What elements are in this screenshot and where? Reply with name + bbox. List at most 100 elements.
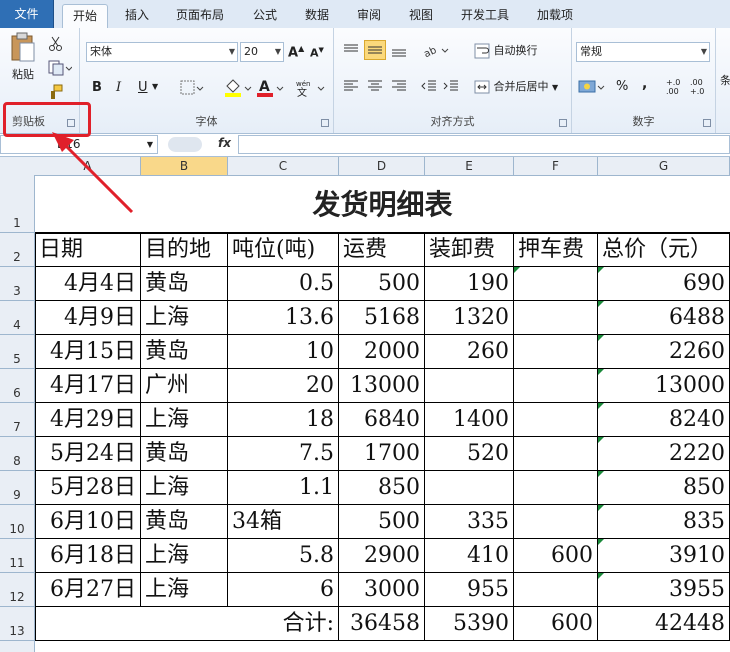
table-cell-handling[interactable]: 260 [425, 335, 514, 369]
sheet-title[interactable]: 发货明细表 [35, 175, 730, 233]
row-header-7[interactable]: 7 [0, 403, 35, 437]
fill-color-button[interactable] [224, 78, 252, 101]
table-cell-total[interactable]: 8240 [598, 403, 730, 437]
table-cell-destination[interactable]: 广州 [141, 369, 228, 403]
total-freight-cell[interactable]: 36458 [339, 607, 425, 641]
table-cell-total[interactable]: 690 [598, 267, 730, 301]
table-cell-escort[interactable] [514, 301, 598, 335]
underline-button[interactable]: U [138, 80, 148, 95]
table-cell-date[interactable]: 5月24日 [35, 437, 141, 471]
table-cell-date[interactable]: 4月4日 [35, 267, 141, 301]
align-left-button[interactable] [342, 78, 360, 97]
column-header-e[interactable]: E [425, 157, 514, 175]
table-cell-total[interactable]: 3955 [598, 573, 730, 607]
copy-button[interactable] [48, 60, 76, 78]
column-header-g[interactable]: G [598, 157, 730, 175]
table-cell-handling[interactable]: 190 [425, 267, 514, 301]
decrease-indent-button[interactable] [420, 78, 438, 97]
table-cell-date[interactable]: 4月17日 [35, 369, 141, 403]
table-cell-tonnage[interactable]: 5.8 [228, 539, 339, 573]
tab-insert[interactable]: 插入 [116, 4, 158, 28]
column-header-d[interactable]: D [339, 157, 425, 175]
table-cell-total[interactable]: 850 [598, 471, 730, 505]
table-cell-freight[interactable]: 2000 [339, 335, 425, 369]
table-cell-handling[interactable]: 410 [425, 539, 514, 573]
column-header-a[interactable]: A [35, 157, 141, 175]
total-label-cell[interactable]: 合计: [35, 607, 339, 641]
tab-review[interactable]: 审阅 [348, 4, 390, 28]
increase-indent-button[interactable] [442, 78, 460, 97]
font-color-button[interactable]: A [256, 78, 284, 101]
table-cell-freight[interactable]: 5168 [339, 301, 425, 335]
underline-dropdown[interactable]: ▼ [152, 82, 158, 91]
table-cell-total[interactable]: 2220 [598, 437, 730, 471]
name-box[interactable]: B16 ▼ [0, 135, 158, 154]
wrap-text-button[interactable]: 自动换行 [474, 42, 538, 59]
table-cell-handling[interactable] [425, 471, 514, 505]
table-cell-date[interactable]: 6月18日 [35, 539, 141, 573]
row-header-5[interactable]: 5 [0, 335, 35, 369]
header-cell-tonnage[interactable]: 吨位(吨) [228, 233, 339, 267]
phonetic-button[interactable]: wén 文 [294, 78, 326, 101]
table-cell-handling[interactable]: 520 [425, 437, 514, 471]
table-cell-total[interactable]: 2260 [598, 335, 730, 369]
number-format-select[interactable]: 常规 ▼ [576, 42, 710, 62]
table-cell-escort[interactable] [514, 335, 598, 369]
align-center-button[interactable] [366, 78, 384, 97]
shrink-font-button[interactable]: A▼ [310, 46, 324, 60]
row-header-14[interactable] [0, 641, 35, 652]
borders-button[interactable] [180, 80, 204, 99]
grow-font-button[interactable]: A▲ [288, 44, 304, 60]
table-cell-date[interactable]: 6月10日 [35, 505, 141, 539]
table-cell-destination[interactable]: 上海 [141, 301, 228, 335]
table-cell-total[interactable]: 13000 [598, 369, 730, 403]
table-cell-date[interactable]: 4月15日 [35, 335, 141, 369]
table-cell-handling[interactable]: 955 [425, 573, 514, 607]
table-cell-destination[interactable]: 上海 [141, 539, 228, 573]
table-cell-tonnage[interactable]: 13.6 [228, 301, 339, 335]
increase-decimal-button[interactable]: +.0 .00 [666, 78, 688, 96]
table-cell-escort[interactable] [514, 369, 598, 403]
tab-home[interactable]: 开始 [62, 4, 108, 29]
format-painter-button[interactable] [48, 84, 68, 102]
align-right-button[interactable] [390, 78, 408, 97]
italic-button[interactable]: I [116, 80, 121, 95]
decrease-decimal-button[interactable]: .00 +.0 [690, 78, 712, 96]
total-handling-cell[interactable]: 5390 [425, 607, 514, 641]
row-header-2[interactable]: 2 [0, 233, 35, 267]
total-sum-cell[interactable]: 42448 [598, 607, 730, 641]
table-cell-escort[interactable] [514, 403, 598, 437]
paste-button[interactable]: 粘贴 [6, 32, 40, 94]
tab-view[interactable]: 视图 [400, 4, 442, 28]
table-cell-tonnage[interactable]: 10 [228, 335, 339, 369]
table-cell-freight[interactable]: 500 [339, 267, 425, 301]
percent-button[interactable]: % [616, 79, 628, 94]
table-cell-escort[interactable] [514, 573, 598, 607]
table-cell-freight[interactable]: 500 [339, 505, 425, 539]
row-header-3[interactable]: 3 [0, 267, 35, 301]
table-cell-total[interactable]: 6488 [598, 301, 730, 335]
orientation-button[interactable]: ab [422, 42, 450, 61]
merge-center-button[interactable]: 合并后居中 ▼ [474, 78, 558, 95]
align-middle-button[interactable] [364, 40, 386, 60]
table-cell-handling[interactable] [425, 369, 514, 403]
table-cell-freight[interactable]: 850 [339, 471, 425, 505]
table-cell-freight[interactable]: 3000 [339, 573, 425, 607]
column-header-b[interactable]: B [141, 157, 228, 175]
alignment-dialog-launcher[interactable] [559, 119, 567, 127]
header-cell-handling[interactable]: 装卸费 [425, 233, 514, 267]
table-cell-tonnage[interactable]: 1.1 [228, 471, 339, 505]
table-cell-escort[interactable] [514, 505, 598, 539]
header-cell-date[interactable]: 日期 [35, 233, 141, 267]
table-cell-total[interactable]: 835 [598, 505, 730, 539]
font-name-select[interactable]: 宋体 ▼ [86, 42, 238, 62]
align-bottom-button[interactable] [390, 42, 408, 61]
table-cell-date[interactable]: 4月29日 [35, 403, 141, 437]
table-cell-date[interactable]: 5月28日 [35, 471, 141, 505]
row-header-9[interactable]: 9 [0, 471, 35, 505]
styles-group-partial[interactable]: 条 [720, 72, 730, 88]
cut-button[interactable] [48, 36, 68, 54]
tab-addins[interactable]: 加载项 [528, 4, 582, 28]
column-header-f[interactable]: F [514, 157, 598, 175]
tab-page-layout[interactable]: 页面布局 [168, 4, 232, 28]
